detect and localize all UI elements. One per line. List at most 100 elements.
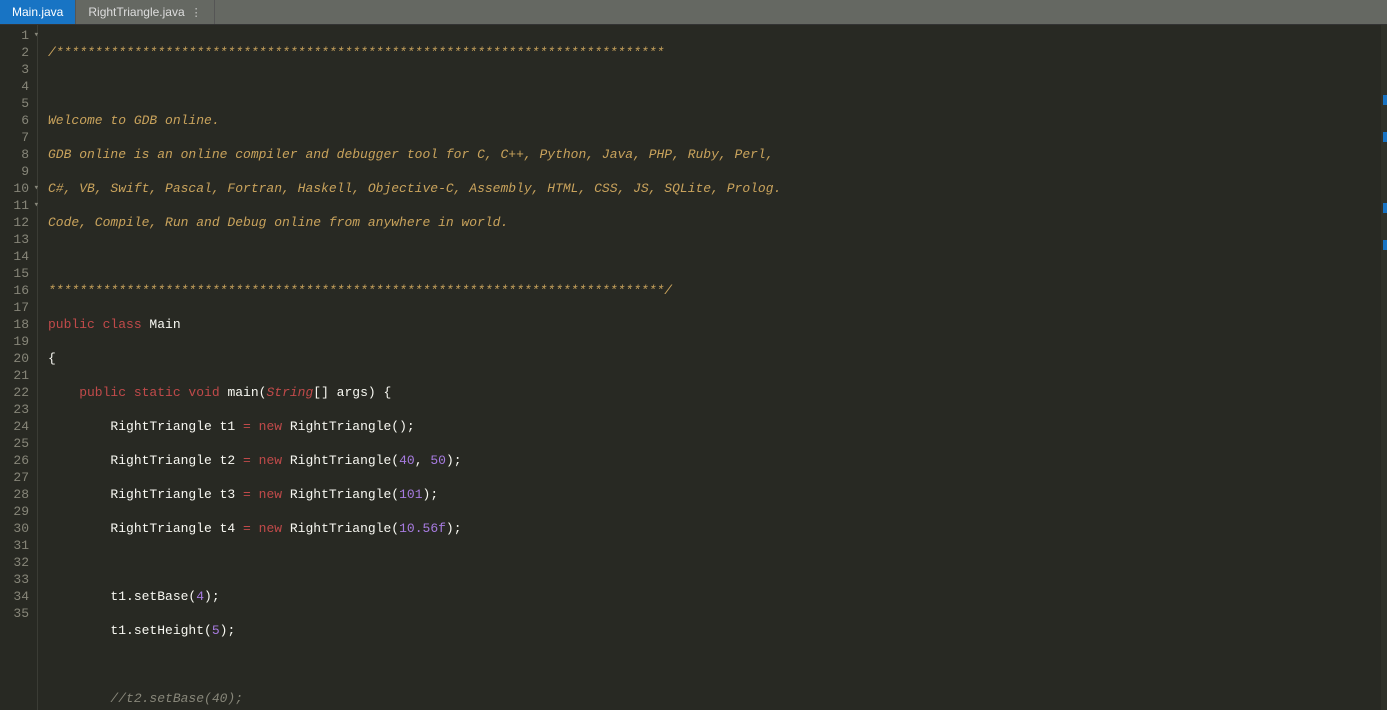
line-number: 18	[4, 316, 29, 333]
code-text: =	[243, 521, 251, 536]
scroll-marker[interactable]	[1383, 203, 1387, 213]
tab-label: Main.java	[12, 5, 63, 19]
line-number-gutter: 1234567891011121314151617181920212223242…	[0, 25, 38, 710]
code-text: String	[266, 385, 313, 400]
code-text: t1.setHeight(	[48, 623, 212, 638]
line-number: 2	[4, 44, 29, 61]
code-text: new	[259, 487, 282, 502]
code-text: 50	[430, 453, 446, 468]
line-number: 8	[4, 146, 29, 163]
line-number: 13	[4, 231, 29, 248]
tabs-bar: Main.java RightTriangle.java ⋮	[0, 0, 1387, 25]
scroll-marker[interactable]	[1383, 95, 1387, 105]
code-text: =	[243, 487, 251, 502]
code-text: RightTriangle();	[282, 419, 415, 434]
code-text: );	[446, 453, 462, 468]
code-text: 5	[212, 623, 220, 638]
line-number: 16	[4, 282, 29, 299]
line-number: 34	[4, 588, 29, 605]
scroll-marker[interactable]	[1383, 240, 1387, 250]
line-number: 26	[4, 452, 29, 469]
code-text	[251, 453, 259, 468]
code-text: 4	[196, 589, 204, 604]
line-number: 17	[4, 299, 29, 316]
scroll-marker[interactable]	[1383, 132, 1387, 142]
line-number: 3	[4, 61, 29, 78]
code-text: RightTriangle t1	[48, 419, 243, 434]
line-number: 29	[4, 503, 29, 520]
code-text: );	[446, 521, 462, 536]
line-number: 6	[4, 112, 29, 129]
code-text: RightTriangle t2	[48, 453, 243, 468]
line-number: 31	[4, 537, 29, 554]
code-text: Welcome to GDB online.	[48, 113, 220, 128]
code-text: =	[243, 419, 251, 434]
tab-label: RightTriangle.java	[88, 5, 184, 19]
code-text	[48, 657, 110, 672]
code-text	[251, 419, 259, 434]
tab-main-java[interactable]: Main.java	[0, 0, 76, 24]
line-number: 20	[4, 350, 29, 367]
code-text: 40	[399, 453, 415, 468]
code-area[interactable]: /***************************************…	[38, 25, 1387, 710]
code-text	[251, 487, 259, 502]
scrollbar-markers[interactable]	[1381, 25, 1387, 710]
line-number: 7	[4, 129, 29, 146]
line-number: 14	[4, 248, 29, 265]
line-number: 30	[4, 520, 29, 537]
code-text: RightTriangle(	[282, 487, 399, 502]
line-number: 1	[4, 27, 29, 44]
code-text: );	[423, 487, 439, 502]
code-text	[251, 521, 259, 536]
line-number: 23	[4, 401, 29, 418]
code-text: =	[243, 453, 251, 468]
line-number: 25	[4, 435, 29, 452]
line-number: 11	[4, 197, 29, 214]
line-number: 21	[4, 367, 29, 384]
code-text: ,	[415, 453, 431, 468]
code-text: 10.56f	[399, 521, 446, 536]
code-text: 101	[399, 487, 422, 502]
code-text: );	[220, 623, 236, 638]
code-text: class	[95, 317, 142, 332]
code-text: new	[259, 419, 282, 434]
code-text: main	[220, 385, 259, 400]
line-number: 27	[4, 469, 29, 486]
line-number: 5	[4, 95, 29, 112]
code-text: RightTriangle(	[282, 453, 399, 468]
code-text: Code, Compile, Run and Debug online from…	[48, 215, 508, 230]
code-text: ****************************************…	[48, 283, 672, 298]
code-text: void	[181, 385, 220, 400]
code-text: RightTriangle t3	[48, 487, 243, 502]
code-text: {	[48, 351, 56, 366]
line-number: 33	[4, 571, 29, 588]
editor[interactable]: 1234567891011121314151617181920212223242…	[0, 25, 1387, 710]
tab-menu-icon[interactable]: ⋮	[191, 6, 202, 19]
line-number: 24	[4, 418, 29, 435]
code-text: Main	[142, 317, 181, 332]
tab-righttriangle-java[interactable]: RightTriangle.java ⋮	[76, 0, 214, 24]
code-text: //t2.setBase(40);	[48, 691, 243, 706]
line-number: 4	[4, 78, 29, 95]
code-text: public	[48, 385, 126, 400]
line-number: 10	[4, 180, 29, 197]
line-number: 35	[4, 605, 29, 622]
code-text: RightTriangle t4	[48, 521, 243, 536]
code-text: [] args) {	[313, 385, 391, 400]
code-text	[48, 555, 110, 570]
code-text: public	[48, 317, 95, 332]
line-number: 15	[4, 265, 29, 282]
code-text: t1.setBase(	[48, 589, 196, 604]
line-number: 22	[4, 384, 29, 401]
code-text: new	[259, 453, 282, 468]
line-number: 12	[4, 214, 29, 231]
code-text: GDB online is an online compiler and deb…	[48, 147, 774, 162]
code-text: /***************************************…	[48, 45, 664, 60]
code-text: new	[259, 521, 282, 536]
line-number: 32	[4, 554, 29, 571]
line-number: 9	[4, 163, 29, 180]
line-number: 19	[4, 333, 29, 350]
code-text: static	[126, 385, 181, 400]
code-text: RightTriangle(	[282, 521, 399, 536]
code-text: C#, VB, Swift, Pascal, Fortran, Haskell,…	[48, 181, 781, 196]
